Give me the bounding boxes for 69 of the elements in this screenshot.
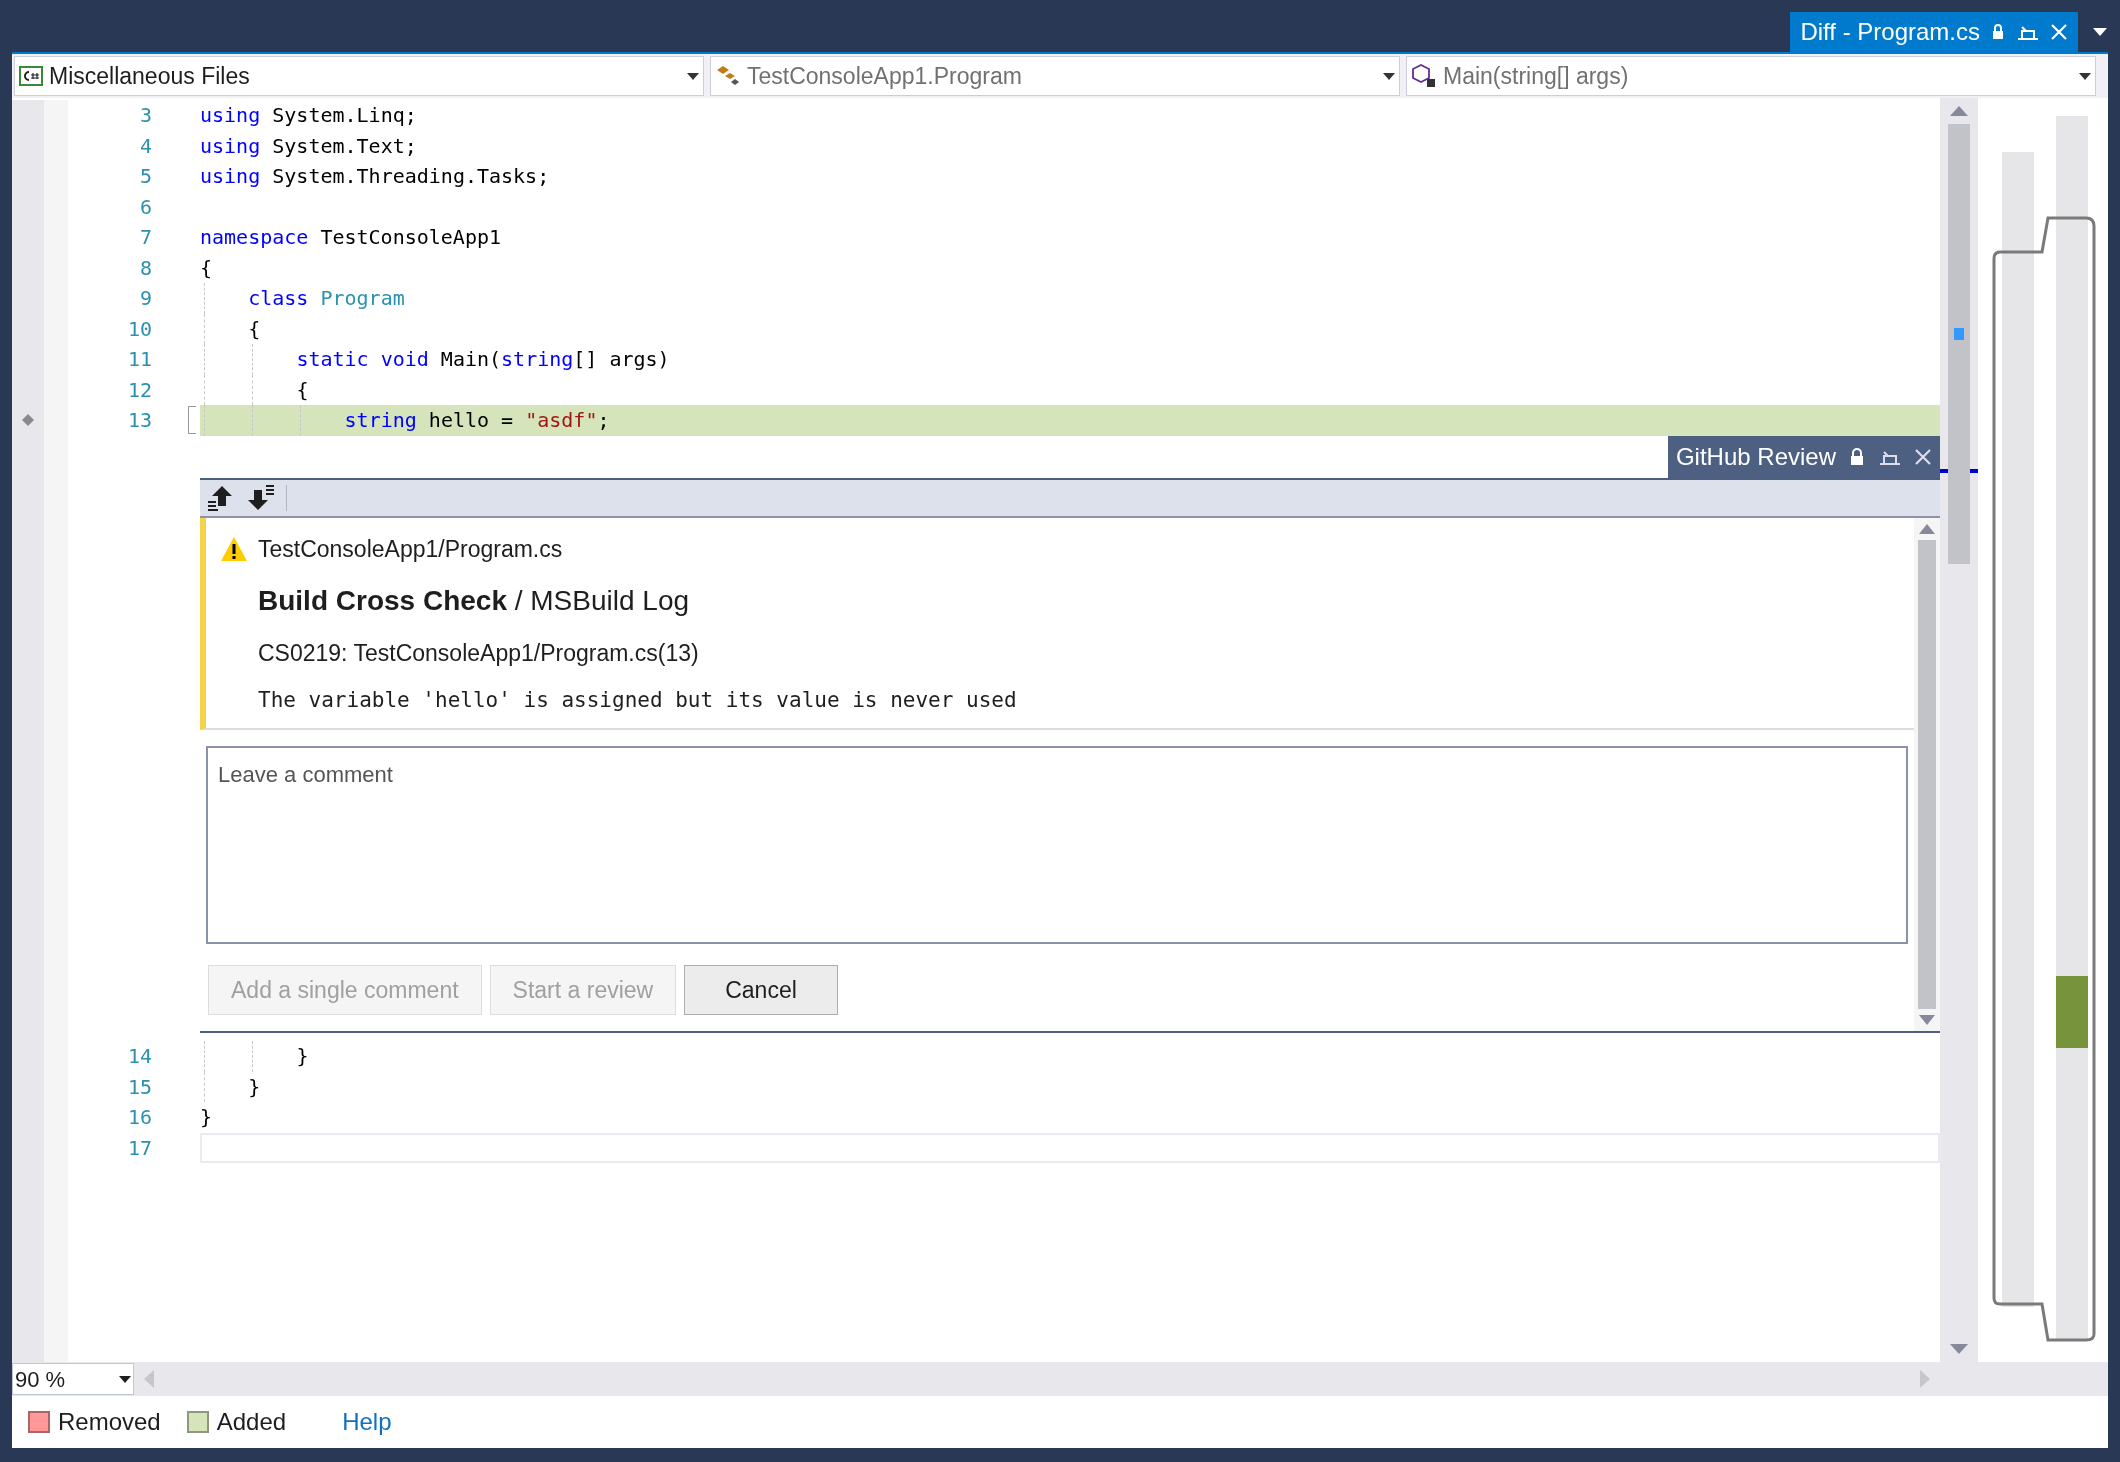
scroll-thumb[interactable] (1918, 539, 1936, 1009)
change-marker-icon (188, 406, 196, 435)
line-number: 6 (138, 193, 152, 221)
code-text: class Program (248, 285, 405, 313)
file-path: TestConsoleApp1/Program.cs (258, 534, 563, 564)
tool-window-tab[interactable]: GitHub Review (1667, 435, 1940, 478)
review-button[interactable]: Cancel (684, 965, 838, 1015)
legend-label: Removed (58, 1407, 161, 1437)
line-number: 7 (138, 224, 152, 252)
legend-label: Added (216, 1407, 287, 1437)
panel-scrollbar[interactable] (1914, 517, 1940, 1031)
line-number: 8 (138, 254, 152, 282)
code-text: } (248, 1073, 261, 1101)
code-text: } (296, 1043, 309, 1071)
scroll-up-icon[interactable] (1919, 523, 1935, 534)
line-number: 13 (126, 407, 152, 435)
caret-icon (2079, 72, 2091, 80)
scroll-down-icon[interactable] (1919, 1015, 1935, 1025)
close-icon[interactable] (1914, 447, 1932, 466)
navigation-dropdown[interactable]: Main(string[] args) (1406, 56, 2096, 96)
scroll-down-icon[interactable] (1950, 1344, 1968, 1354)
code-text: using System.Threading.Tasks; (200, 163, 550, 191)
indent-guide (252, 1041, 254, 1072)
scroll-thumb[interactable] (1948, 124, 1970, 564)
line-number: 16 (126, 1104, 152, 1132)
help-link[interactable]: Help (342, 1404, 392, 1440)
method-icon (1411, 63, 1437, 89)
code-text: { (296, 376, 309, 404)
warning-icon (220, 535, 248, 562)
line-number: 17 (126, 1134, 152, 1162)
next-icon[interactable] (246, 483, 276, 512)
code-text: static void Main(string[] args) (296, 346, 670, 374)
line-number: 5 (138, 163, 152, 191)
pin-icon[interactable] (2016, 23, 2038, 41)
navigation-dropdown[interactable]: TestConsoleApp1.Program (710, 56, 1400, 96)
line-number: 4 (138, 132, 152, 160)
scroll-up-icon[interactable] (1950, 106, 1968, 116)
diamond-icon (22, 414, 34, 427)
line-number: 3 (138, 102, 152, 130)
comment-field[interactable]: Leave a comment (206, 746, 1908, 944)
lock-icon (1992, 24, 2004, 40)
code-text: { (200, 254, 213, 282)
dropdown-icon[interactable] (2093, 28, 2107, 36)
code-text: { (248, 315, 261, 343)
class-icon (715, 64, 741, 88)
caret-icon (687, 72, 699, 80)
vertical-scrollbar[interactable] (1940, 98, 1978, 1362)
line-number: 15 (126, 1073, 152, 1101)
zoom-dropdown[interactable]: 90 % (12, 1363, 134, 1395)
code-text: string hello = "asdf"; (344, 407, 610, 435)
check-title: Build Cross Check / MSBuild Log (257, 584, 691, 618)
code-text: using System.Text; (200, 132, 417, 160)
line-number: 10 (126, 315, 152, 343)
line-number: 11 (126, 346, 152, 374)
line-number: 14 (126, 1043, 152, 1071)
code-text: using System.Linq; (200, 102, 417, 130)
navigation-dropdown[interactable]: Miscellaneous Files (14, 56, 704, 96)
caret-icon (119, 1375, 131, 1383)
code-text: } (200, 1104, 213, 1132)
line-number: 9 (138, 285, 152, 313)
caret-icon (1383, 72, 1395, 80)
error-location: CS0219: TestConsoleApp1/Program.cs(13) (257, 639, 700, 668)
lock-icon (1850, 447, 1864, 466)
csharp-file-icon (19, 66, 43, 86)
line-number: 12 (126, 376, 152, 404)
error-message: The variable 'hello' is assigned but its value is never used (257, 686, 1018, 714)
document-tab[interactable]: Diff - Program.cs (1790, 12, 2078, 52)
position-marker-icon (1954, 328, 1964, 340)
code-text: namespace TestConsoleApp1 (200, 224, 502, 252)
